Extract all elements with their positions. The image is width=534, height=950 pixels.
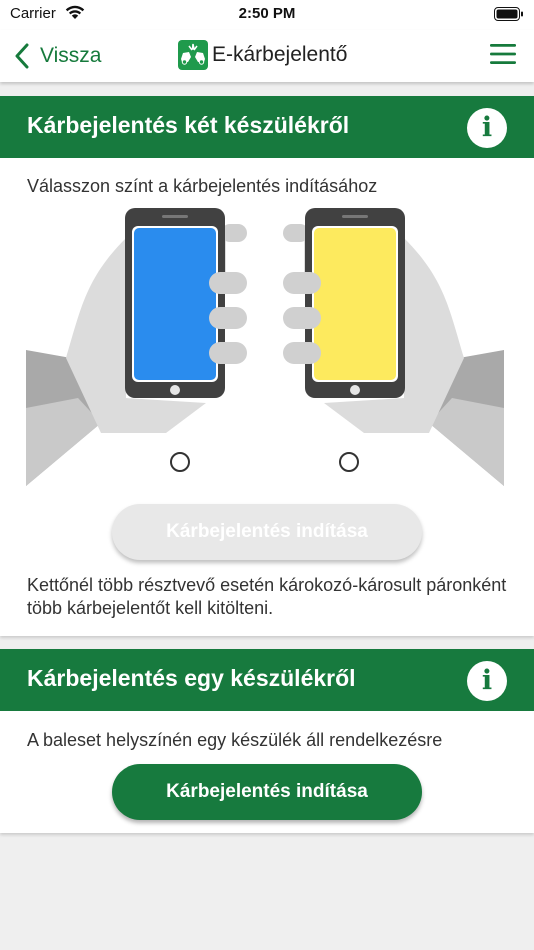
battery-icon: [494, 7, 523, 21]
right-fingers: [283, 272, 321, 364]
card-subtitle: A baleset helyszínén egy készülék áll re…: [27, 730, 443, 750]
info-icon[interactable]: i: [467, 108, 507, 148]
blue-phone-illustration[interactable]: [125, 208, 225, 398]
yellow-phone-illustration[interactable]: [305, 208, 405, 398]
card-header: Kárbejelentés egy készülékről i: [0, 649, 534, 711]
left-fingers: [209, 272, 247, 364]
start-one-device-report-button[interactable]: Kárbejelentés indítása: [112, 764, 422, 820]
logo-icon: [178, 40, 208, 70]
card-subtitle: Válasszon színt a kárbejelentés indításá…: [27, 176, 378, 196]
navigation-bar: Vissza E-kárbejelentő: [0, 30, 534, 82]
app-brand: E-kárbejelentő: [178, 40, 347, 70]
yellow-color-radio[interactable]: [339, 452, 359, 472]
clock-label: 2:50 PM: [238, 5, 296, 22]
blue-color-radio[interactable]: [170, 452, 190, 472]
start-two-device-report-button[interactable]: Kárbejelentés indítása: [112, 504, 422, 560]
card-note: Kettőnél több résztvevő esetén károkozó-…: [27, 575, 507, 618]
back-chevron-icon: [15, 43, 29, 69]
card-title: Kárbejelentés egy készülékről: [27, 665, 356, 691]
two-device-card: Kárbejelentés két készülékről i Válasszo…: [0, 96, 534, 636]
app-title: E-kárbejelentő: [212, 43, 348, 66]
one-device-card: Kárbejelentés egy készülékről i A balese…: [0, 649, 534, 833]
two-phones-illustration: [26, 208, 504, 486]
back-label: Vissza: [40, 44, 102, 67]
menu-icon[interactable]: [490, 43, 516, 65]
card-header: Kárbejelentés két készülékről i: [0, 96, 534, 158]
back-button[interactable]: Vissza: [14, 38, 101, 74]
status-bar: Carrier 2:50 PM: [0, 0, 534, 30]
info-icon[interactable]: i: [467, 661, 507, 701]
card-title: Kárbejelentés két készülékről: [27, 112, 350, 138]
